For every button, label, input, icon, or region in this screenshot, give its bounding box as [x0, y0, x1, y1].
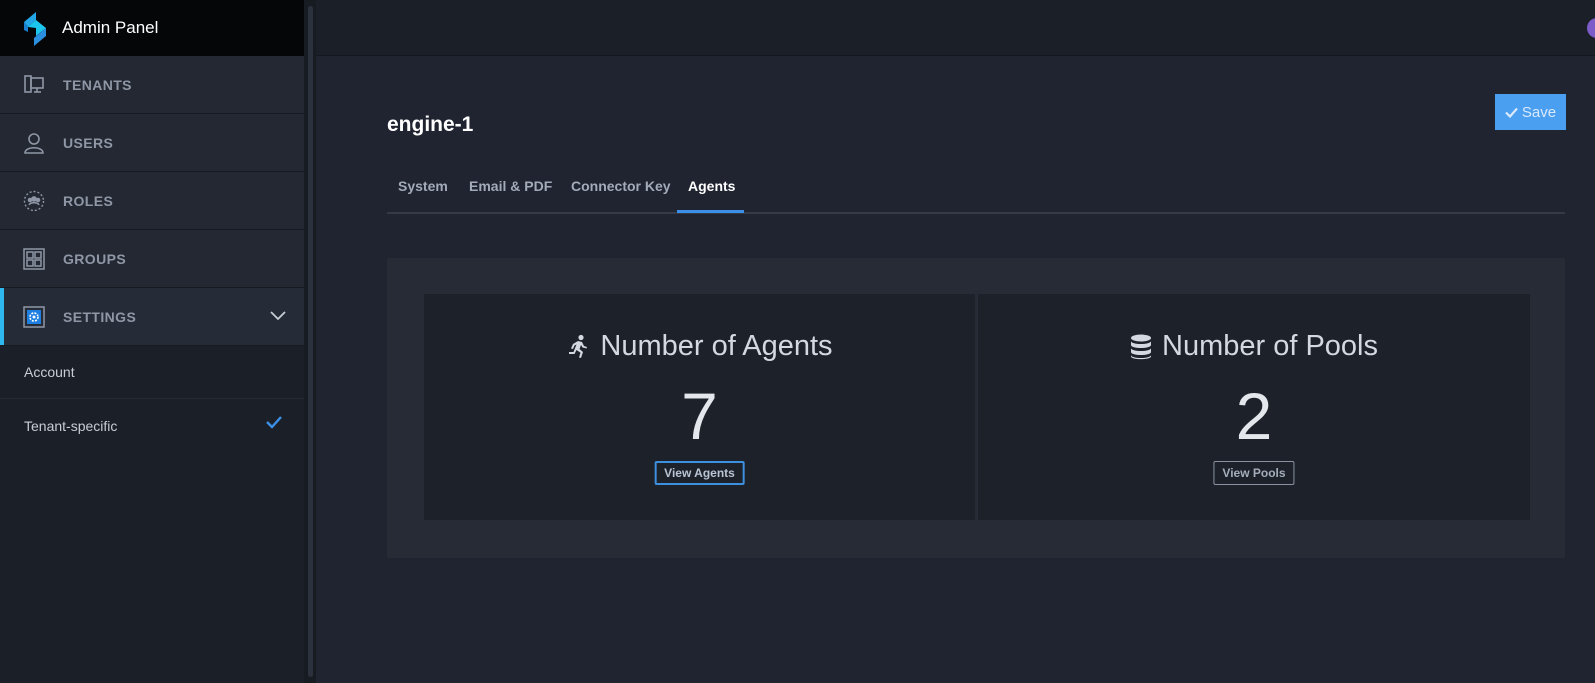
- monitor-icon: [22, 73, 46, 97]
- sidebar-item-roles[interactable]: ROLES: [0, 172, 304, 230]
- runner-icon: [569, 334, 588, 358]
- sidebar-subitem-account[interactable]: Account: [0, 346, 304, 399]
- agents-panel: Number of Agents 7 View Agents Number of…: [387, 258, 1565, 558]
- save-button[interactable]: Save: [1495, 94, 1566, 130]
- sidebar-item-label: TENANTS: [63, 76, 132, 93]
- roles-icon: [22, 189, 46, 213]
- tab-agents[interactable]: Agents: [688, 160, 735, 212]
- sidebar-item-label: ROLES: [63, 192, 114, 209]
- sidebar-item-groups[interactable]: GROUPS: [0, 230, 304, 288]
- sidebar-item-label: GROUPS: [63, 250, 127, 267]
- sidebar-item-users[interactable]: USERS: [0, 114, 304, 172]
- sidebar-item-settings[interactable]: SETTINGS: [0, 288, 304, 346]
- tab-label: Connector Key: [571, 178, 671, 194]
- app-title: Admin Panel: [62, 18, 159, 37]
- tab-label: Email & PDF: [469, 178, 553, 194]
- agents-stat-card: Number of Agents 7 View Agents: [424, 294, 975, 520]
- grid-icon: [22, 247, 46, 271]
- card-title: Number of Agents: [600, 330, 833, 362]
- page-title: engine-1: [387, 113, 474, 136]
- view-agents-button[interactable]: View Agents: [654, 461, 745, 485]
- pools-stat-card: Number of Pools 2 View Pools: [978, 294, 1530, 520]
- sidebar-resize-splitter[interactable]: [304, 0, 316, 683]
- database-icon: [1131, 334, 1151, 359]
- sidebar-subitem-label: Account: [24, 364, 75, 380]
- active-tab-indicator: [677, 210, 744, 213]
- top-bar: [316, 0, 1595, 56]
- avatar[interactable]: [1587, 18, 1595, 38]
- sidebar-item-label: USERS: [63, 134, 114, 151]
- card-title: Number of Pools: [1162, 330, 1378, 362]
- tab-label: System: [398, 178, 448, 194]
- sidebar: Admin Panel TENANTS USERS ROLES GROUPS S…: [0, 0, 304, 683]
- agents-count: 7: [681, 379, 718, 453]
- pools-count: 2: [1235, 379, 1273, 453]
- tab-email-pdf[interactable]: Email & PDF: [469, 160, 552, 212]
- tab-bar: System Email & PDF Connector Key Agents: [387, 160, 1565, 214]
- card-heading: Number of Agents: [424, 330, 975, 363]
- checkmark-icon: [266, 415, 282, 432]
- splitter-handle[interactable]: [308, 6, 313, 677]
- tab-connector-key[interactable]: Connector Key: [571, 160, 671, 212]
- tab-system[interactable]: System: [398, 160, 448, 212]
- view-pools-button[interactable]: View Pools: [1213, 461, 1295, 485]
- gear-icon: [22, 305, 46, 329]
- save-button-label: Save: [1521, 103, 1557, 121]
- card-heading: Number of Pools: [978, 330, 1530, 363]
- sidebar-item-label: SETTINGS: [63, 308, 137, 325]
- user-icon: [22, 131, 46, 155]
- checkmark-icon: [1505, 107, 1518, 118]
- sidebar-subitem-label: Tenant-specific: [24, 417, 118, 434]
- tab-label: Agents: [688, 178, 736, 194]
- app-logo-icon: [24, 12, 46, 46]
- sidebar-subitem-tenant-specific[interactable]: Tenant-specific: [0, 399, 304, 452]
- chevron-down-icon[interactable]: [270, 308, 286, 326]
- sidebar-item-tenants[interactable]: TENANTS: [0, 56, 304, 114]
- brand-header[interactable]: Admin Panel: [0, 0, 304, 56]
